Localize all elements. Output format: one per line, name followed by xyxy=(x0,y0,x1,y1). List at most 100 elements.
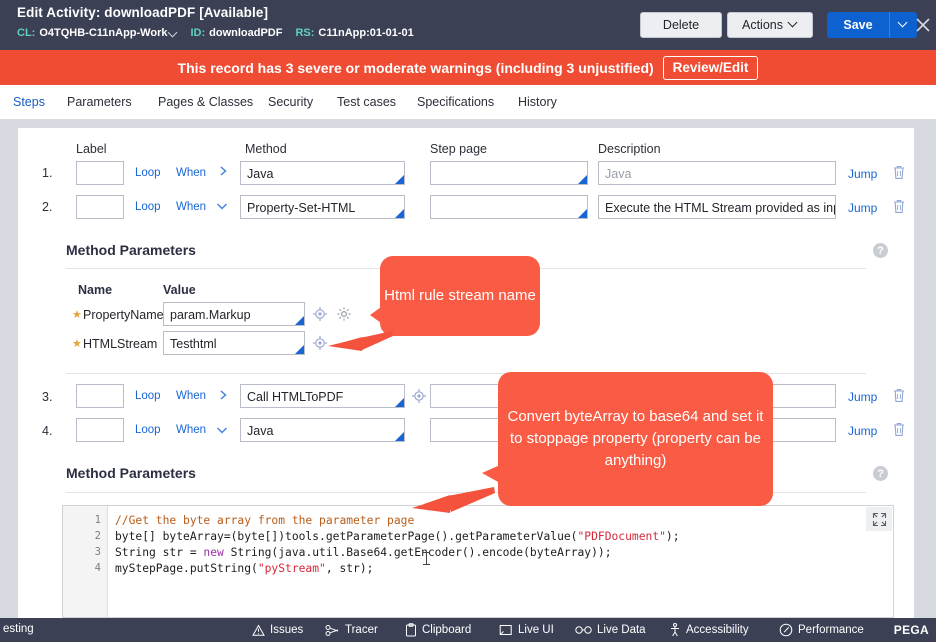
actions-button-label: Actions xyxy=(742,18,783,32)
delete-row-button-3[interactable] xyxy=(892,387,906,403)
when-link-3[interactable]: When xyxy=(176,390,206,402)
step-label-input-4[interactable] xyxy=(76,418,124,442)
status-item-label: Clipboard xyxy=(422,624,472,636)
tab-specifications[interactable]: Specifications xyxy=(417,85,494,119)
target-icon-3[interactable] xyxy=(411,388,427,404)
delete-button[interactable]: Delete xyxy=(640,12,722,38)
status-item-live-ui[interactable]: Live UI xyxy=(499,618,554,642)
accessibility-icon xyxy=(671,623,679,637)
chevron-right-icon xyxy=(220,390,227,400)
collapse-row-chevron-4[interactable] xyxy=(215,424,227,436)
collapse-row-chevron-2[interactable] xyxy=(215,200,227,212)
expand-editor-button[interactable] xyxy=(866,507,892,531)
target-icon xyxy=(313,307,327,321)
delete-row-button-2[interactable] xyxy=(892,198,906,214)
id-label: ID: xyxy=(190,27,206,39)
status-item-label: Accessibility xyxy=(686,624,749,636)
column-header-label: Label xyxy=(76,142,107,156)
when-link-4[interactable]: When xyxy=(176,424,206,436)
parameter-name-htmlstream: HTMLStream xyxy=(83,337,158,351)
step-number: 3. xyxy=(42,390,53,404)
description-input-2[interactable]: Execute the HTML Stream provided as inpu xyxy=(598,195,836,219)
tab-history[interactable]: History xyxy=(518,85,557,119)
tab-pages-classes[interactable]: Pages & Classes xyxy=(158,85,253,119)
target-icon-1[interactable] xyxy=(312,306,328,322)
step-label-input-2[interactable] xyxy=(76,195,124,219)
required-marker-1: ★ xyxy=(72,309,82,321)
save-button[interactable]: Save xyxy=(827,12,889,38)
tracer-icon xyxy=(325,624,339,636)
step-label-input-3[interactable] xyxy=(76,384,124,408)
method-select-1[interactable]: Java xyxy=(240,161,405,185)
callout-arrow-1 xyxy=(322,330,394,364)
chevron-down-icon xyxy=(899,19,908,28)
step-page-select-2[interactable] xyxy=(430,195,588,219)
parameter-name-propertyname: PropertyName xyxy=(83,308,164,322)
tab-parameters[interactable]: Parameters xyxy=(67,85,132,119)
class-label: CL: xyxy=(17,27,36,39)
method-select-2[interactable]: Property-Set-HTML xyxy=(240,195,405,219)
status-item-accessibility[interactable]: Accessibility xyxy=(669,618,749,642)
step-number: 4. xyxy=(42,424,53,438)
tab-steps[interactable]: Steps xyxy=(13,85,45,121)
delete-row-button-4[interactable] xyxy=(892,421,906,437)
status-item-label: Live Data xyxy=(597,624,646,636)
status-item-clipboard[interactable]: Clipboard xyxy=(405,618,471,642)
trash-icon xyxy=(894,200,904,213)
line-number: 2 xyxy=(94,530,101,542)
gear-icon-1[interactable] xyxy=(336,306,352,322)
tab-test-cases[interactable]: Test cases xyxy=(337,85,396,119)
top-gutter xyxy=(18,119,914,128)
method-select-3[interactable]: Call HTMLToPDF xyxy=(240,384,405,408)
parameter-value-htmlstream[interactable]: Testhtml xyxy=(163,331,305,355)
left-gutter xyxy=(0,119,18,642)
tab-security[interactable]: Security xyxy=(268,85,313,119)
status-item-performance[interactable]: Performance xyxy=(779,618,864,642)
parameter-column-value: Value xyxy=(163,283,196,297)
trash-icon xyxy=(894,389,904,402)
status-item-issues[interactable]: Issues xyxy=(252,618,303,642)
when-link-1[interactable]: When xyxy=(176,167,206,179)
close-icon xyxy=(916,18,930,32)
step-label-input-1[interactable] xyxy=(76,161,124,185)
chevron-down-icon[interactable] xyxy=(169,28,178,37)
jump-link-3[interactable]: Jump xyxy=(848,390,877,404)
method-select-4[interactable]: Java xyxy=(240,418,405,442)
help-icon-1[interactable]: ? xyxy=(873,243,888,258)
delete-row-button-1[interactable] xyxy=(892,164,906,180)
parameter-value-propertyname[interactable]: param.Markup xyxy=(163,302,305,326)
jump-link-1[interactable]: Jump xyxy=(848,167,877,181)
loop-link-1[interactable]: Loop xyxy=(135,167,161,179)
line-number: 4 xyxy=(94,562,101,574)
expand-row-chevron-3[interactable] xyxy=(217,389,229,401)
jump-link-4[interactable]: Jump xyxy=(848,424,877,438)
performance-icon xyxy=(779,623,793,637)
jump-link-2[interactable]: Jump xyxy=(848,201,877,215)
status-item-tracer[interactable]: Tracer xyxy=(325,618,378,642)
warning-triangle-icon xyxy=(252,623,265,636)
editor-line-number-gutter: 1 2 3 4 xyxy=(63,506,108,617)
help-icon-2[interactable]: ? xyxy=(873,466,888,481)
arrow-icon xyxy=(328,331,393,351)
status-item-label: Performance xyxy=(798,624,864,636)
description-input-1[interactable]: Java xyxy=(598,161,836,185)
chevron-down-icon xyxy=(217,203,227,210)
loop-link-4[interactable]: Loop xyxy=(135,424,161,436)
loop-link-2[interactable]: Loop xyxy=(135,201,161,213)
page-title: Edit Activity: downloadPDF [Available] xyxy=(17,5,269,20)
loop-link-3[interactable]: Loop xyxy=(135,390,161,402)
column-header-method: Method xyxy=(245,142,287,156)
review-edit-button[interactable]: Review/Edit xyxy=(662,55,759,80)
actions-button[interactable]: Actions xyxy=(727,12,813,38)
step-page-select-1[interactable] xyxy=(430,161,588,185)
status-item-live-data[interactable]: Live Data xyxy=(575,618,646,642)
pega-logo: PEGA xyxy=(893,623,929,637)
text-cursor xyxy=(423,552,430,565)
trash-icon xyxy=(894,166,904,179)
expand-row-chevron-1[interactable] xyxy=(217,165,229,177)
target-icon xyxy=(412,389,426,403)
line-number: 1 xyxy=(94,514,101,526)
close-button[interactable] xyxy=(910,12,936,38)
gear-icon xyxy=(337,307,351,321)
when-link-2[interactable]: When xyxy=(176,201,206,213)
